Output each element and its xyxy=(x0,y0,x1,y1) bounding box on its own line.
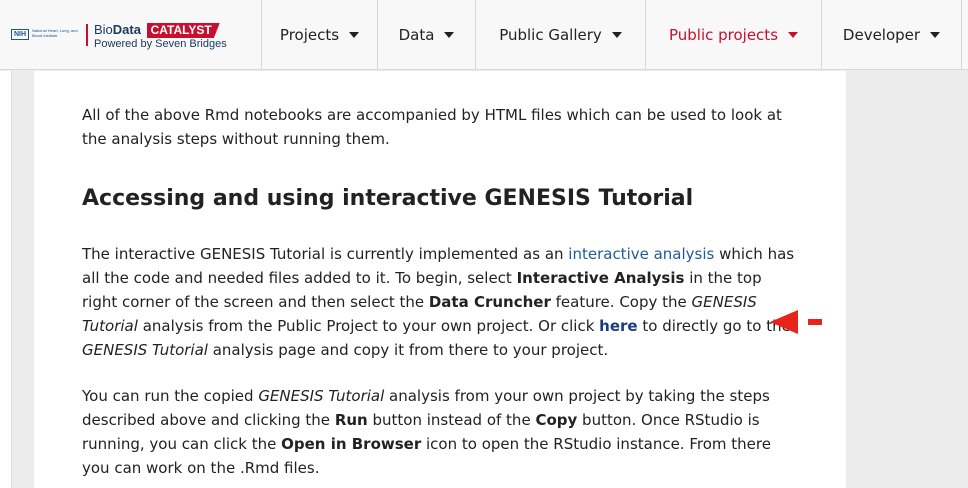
nav-data[interactable]: Data xyxy=(378,0,476,70)
italic-genesis-tutorial: GENESIS Tutorial xyxy=(258,387,385,405)
brand-catalyst-badge: CATALYST xyxy=(146,23,220,38)
nav-public-gallery-label: Public Gallery xyxy=(499,26,602,44)
text: feature. Copy the xyxy=(550,293,692,311)
text: analysis from the Public Project to your… xyxy=(137,317,600,335)
brand-data: Data xyxy=(112,22,141,37)
bold-interactive-analysis: Interactive Analysis xyxy=(516,269,685,287)
chevron-down-icon xyxy=(788,32,799,38)
bold-open-in-browser: Open in Browser xyxy=(281,435,422,453)
text: to directly go to the xyxy=(637,317,791,335)
bold-run: Run xyxy=(334,411,368,429)
nav-public-projects[interactable]: Public projects xyxy=(646,0,822,70)
interactive-analysis-link[interactable]: interactive analysis xyxy=(568,245,714,263)
nih-institute-text: National Heart, Lung, and Blood Institut… xyxy=(32,28,78,38)
bold-copy: Copy xyxy=(535,411,578,429)
brand-logo[interactable]: NIH National Heart, Lung, and Blood Inst… xyxy=(0,0,262,70)
chevron-down-icon xyxy=(349,32,360,38)
brand-divider xyxy=(86,24,88,46)
brand-bio: Bio xyxy=(94,22,113,37)
red-left-arrow-icon xyxy=(770,310,822,334)
text: analysis page and copy it from there to … xyxy=(207,341,609,359)
biodata-catalyst-title: BioData CATALYST xyxy=(94,22,220,38)
here-link[interactable]: here xyxy=(599,317,637,335)
article-content: All of the above Rmd notebooks are accom… xyxy=(34,71,846,488)
italic-genesis-tutorial: GENESIS Tutorial xyxy=(82,341,208,359)
nav-projects-label: Projects xyxy=(279,26,340,44)
nav-data-label: Data xyxy=(398,26,435,44)
left-sidebar-strip xyxy=(0,71,12,488)
nav-developer[interactable]: Developer xyxy=(822,0,962,70)
nav-developer-label: Developer xyxy=(842,26,921,44)
powered-by-text: Powered by Seven Bridges xyxy=(94,38,227,50)
nav-public-gallery[interactable]: Public Gallery xyxy=(476,0,646,70)
nav-projects[interactable]: Projects xyxy=(262,0,378,70)
section-heading: Accessing and using interactive GENESIS … xyxy=(82,186,694,211)
text: The interactive GENESIS Tutorial is curr… xyxy=(82,245,569,263)
intro-paragraph: All of the above Rmd notebooks are accom… xyxy=(82,106,782,148)
top-navigation-bar: NIH National Heart, Lung, and Blood Inst… xyxy=(0,0,968,70)
chevron-down-icon xyxy=(611,32,622,38)
text: You can run the copied xyxy=(82,387,259,405)
nih-logo-icon: NIH xyxy=(11,29,29,40)
nav-public-projects-label: Public projects xyxy=(668,26,779,44)
chevron-down-icon xyxy=(444,32,455,38)
chevron-down-icon xyxy=(930,32,941,38)
genesis-tutorial-paragraph: The interactive GENESIS Tutorial is curr… xyxy=(82,242,798,362)
text: button instead of the xyxy=(367,411,536,429)
bold-data-cruncher: Data Cruncher xyxy=(428,293,551,311)
run-instructions-paragraph: You can run the copied GENESIS Tutorial … xyxy=(82,384,798,480)
